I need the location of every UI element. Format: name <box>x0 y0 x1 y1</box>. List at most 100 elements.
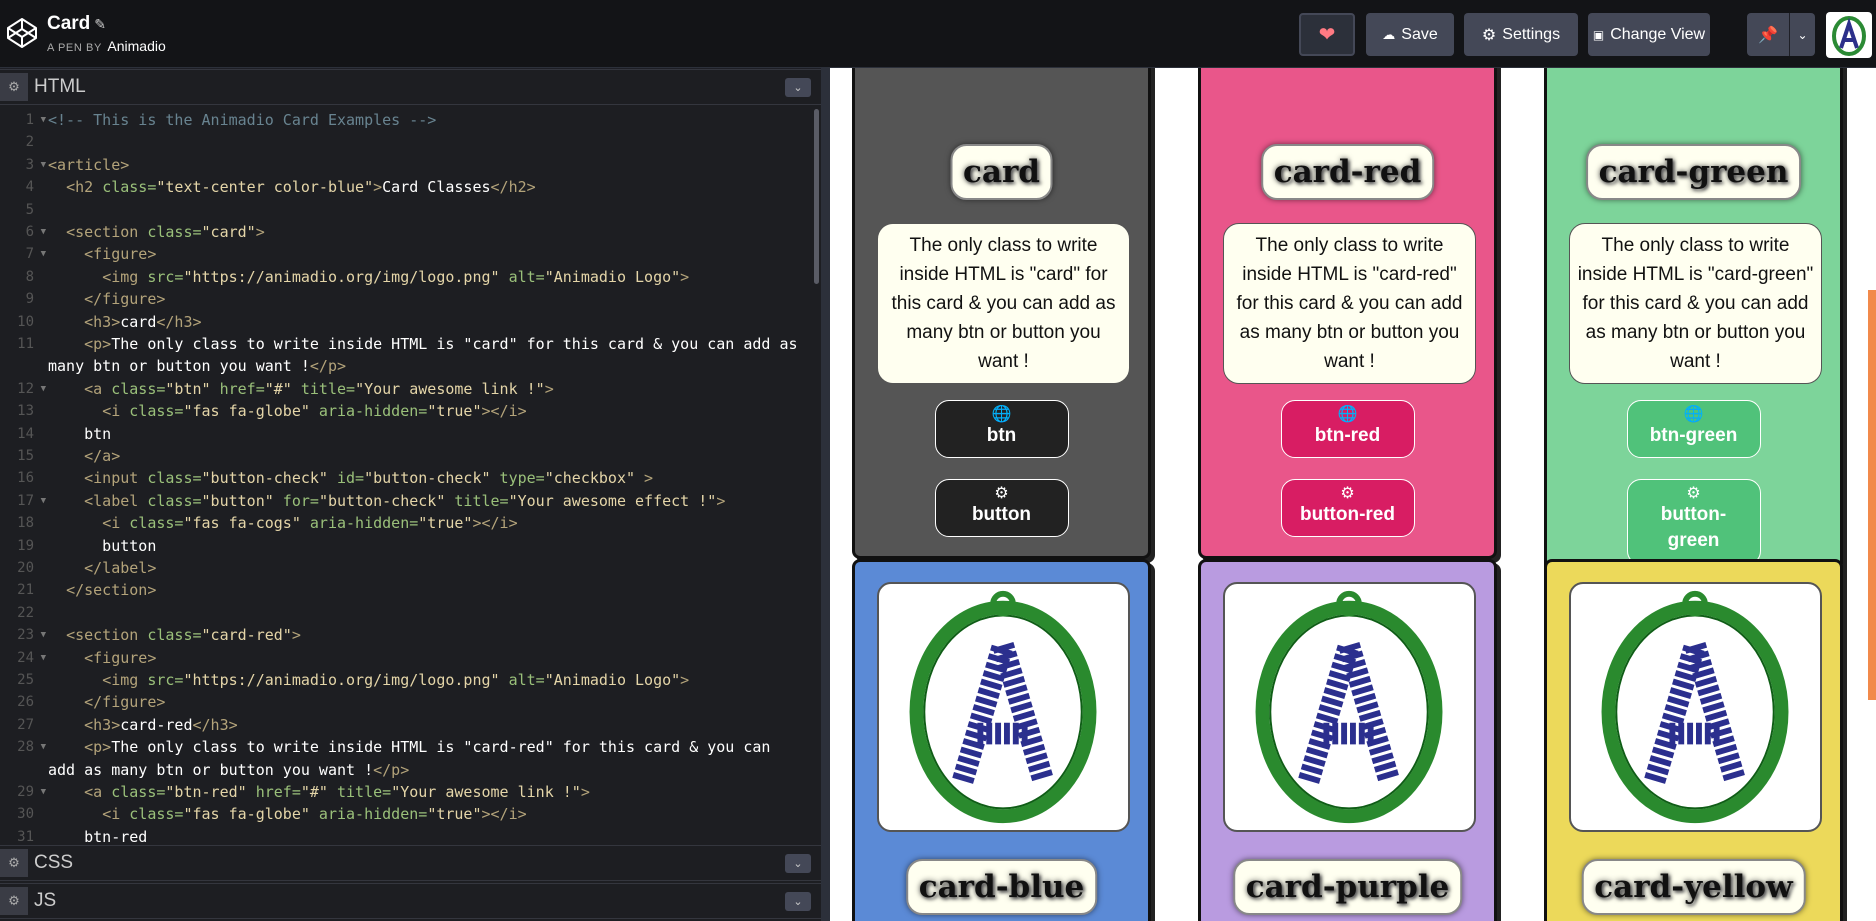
chevron-down-icon[interactable]: ⌄ <box>1789 13 1815 56</box>
btn-red-link[interactable]: 🌐 btn-red <box>1280 400 1415 458</box>
fold-arrow-icon[interactable]: ▼ <box>41 109 46 131</box>
fold-arrow-icon[interactable]: ▼ <box>41 647 46 669</box>
code-line: <img src="https://animadio.org/img/logo.… <box>48 266 808 288</box>
code-token: class= <box>147 469 202 488</box>
chevron-down-icon[interactable]: ⌄ <box>785 78 811 97</box>
card-figure <box>877 582 1130 832</box>
gear-icon[interactable]: ⚙ <box>0 73 28 101</box>
chevron-down-icon[interactable]: ⌄ <box>785 892 811 911</box>
button-red-toggle[interactable]: ⚙ button-red <box>1280 479 1415 537</box>
code-token: </h3> <box>192 715 238 734</box>
fold-arrow-icon[interactable]: ▼ <box>41 243 46 265</box>
code-token: The only class to write inside HTML is "… <box>111 335 798 353</box>
code-token: card <box>120 312 157 331</box>
line-number: 7 ▼ <box>0 243 46 265</box>
code-token: </p> <box>309 357 347 376</box>
button-label: button-red <box>1300 504 1395 525</box>
code-token: aria-hidden= <box>309 805 428 824</box>
btn-link[interactable]: 🌐 btn <box>934 400 1069 458</box>
js-pane-header[interactable]: ⚙ JS ⌄ <box>0 883 821 919</box>
code-token: <section <box>66 223 148 241</box>
code-token: <img <box>102 671 148 689</box>
fold-arrow-icon[interactable]: ▼ <box>41 154 46 176</box>
change-view-button[interactable]: ▣ Change View <box>1588 13 1710 56</box>
avatar[interactable] <box>1826 12 1872 58</box>
code-token: <section <box>66 626 148 645</box>
button-toggle[interactable]: ⚙ button <box>934 479 1069 537</box>
top-bar: Card ✎ A PEN BY Animadio ❤ ☁ Save ⚙ Setting… <box>0 0 1876 68</box>
code-line: <i class="fas fa-globe" aria-hidden="tru… <box>48 400 808 422</box>
fold-arrow-icon[interactable]: ▼ <box>41 736 46 758</box>
fold-arrow-icon[interactable]: ▼ <box>41 624 46 646</box>
code-token: many btn or button you want ! <box>48 357 310 376</box>
pencil-icon[interactable]: ✎ <box>94 16 106 32</box>
code-line: <section class="card"> <box>48 221 808 243</box>
code-token: id= <box>327 469 365 488</box>
gear-icon[interactable]: ⚙ <box>0 849 28 877</box>
editor-scrollbar[interactable] <box>814 109 819 284</box>
code-token: src= <box>147 671 184 689</box>
fold-arrow-icon[interactable]: ▼ <box>41 490 46 512</box>
code-token: ></i> <box>481 805 527 824</box>
line-number: 11 <box>17 336 34 352</box>
preview-scrollbar[interactable] <box>1868 290 1876 700</box>
codepen-logo-icon[interactable] <box>5 16 39 50</box>
code-token: "https://animadio.org/img/logo.png" <box>183 267 500 286</box>
btn-green-link[interactable]: 🌐 btn-green <box>1626 400 1761 458</box>
line-number: 23 ▼ <box>0 624 46 646</box>
fold-arrow-icon[interactable]: ▼ <box>41 221 46 243</box>
save-button[interactable]: ☁ Save <box>1366 13 1454 56</box>
html-pane-header[interactable]: ⚙ HTML ⌄ <box>0 69 821 105</box>
globe-icon: 🌐 <box>1337 406 1358 423</box>
fold-arrow-icon[interactable]: ▼ <box>41 781 46 803</box>
card-purple: card-purple <box>1198 559 1497 921</box>
code-token: "card" <box>201 223 256 241</box>
code-token: <!-- This is the Animadio Card Examples … <box>48 111 437 129</box>
code-token: class= <box>111 379 166 398</box>
code-token: > <box>716 491 726 510</box>
line-number: 5 <box>25 201 34 218</box>
code-token: <a <box>84 783 112 801</box>
pin-button[interactable]: 📌 ⌄ <box>1747 13 1815 56</box>
css-pane-header[interactable]: ⚙ CSS ⌄ <box>0 845 821 881</box>
pen-title[interactable]: Card ✎ <box>47 13 106 35</box>
card-yellow: card-yellow <box>1544 559 1843 921</box>
line-number: 29 ▼ <box>0 781 46 803</box>
code-token: "Your awesome link !" <box>355 379 545 398</box>
line-number: 20 <box>17 560 34 576</box>
author-link[interactable]: Animadio <box>107 38 165 54</box>
code-token: href= <box>210 379 265 398</box>
html-code-editor[interactable]: 1 ▼ 2 3 ▼ 4 5 6 ▼ 7 ▼ 8 9 10 11 12 ▼ 13 14 15 16 17 ▼ 18 19 20 21 2… <box>0 107 821 843</box>
code-token: alt= <box>499 267 545 286</box>
code-token: <p> <box>84 738 112 757</box>
code-token: title= <box>327 783 392 801</box>
gear-icon[interactable]: ⚙ <box>0 887 28 915</box>
code-token: </figure> <box>84 693 166 712</box>
button-green-toggle[interactable]: ⚙ button-green <box>1626 479 1761 565</box>
love-button[interactable]: ❤ <box>1299 13 1355 56</box>
heart-icon: ❤ <box>1318 24 1336 46</box>
fold-arrow-icon[interactable]: ▼ <box>41 378 46 400</box>
code-token: class= <box>129 514 184 533</box>
settings-button[interactable]: ⚙ Settings <box>1464 13 1578 56</box>
code-token: "card-red" <box>201 626 292 645</box>
code-token: "#" <box>300 783 328 801</box>
code-token: <i <box>102 805 130 824</box>
code-line: <i class="fas fa-globe" aria-hidden="tru… <box>48 803 808 825</box>
pane-resize-divider[interactable] <box>821 68 830 921</box>
line-number: 6 ▼ <box>0 221 46 243</box>
code-token: <h3> <box>84 715 121 734</box>
chevron-down-icon[interactable]: ⌄ <box>785 854 811 873</box>
code-token: <figure> <box>84 245 157 264</box>
line-number: 12 ▼ <box>0 378 46 400</box>
code-line: </figure> <box>48 288 808 310</box>
pin-icon: 📌 <box>1758 26 1778 44</box>
